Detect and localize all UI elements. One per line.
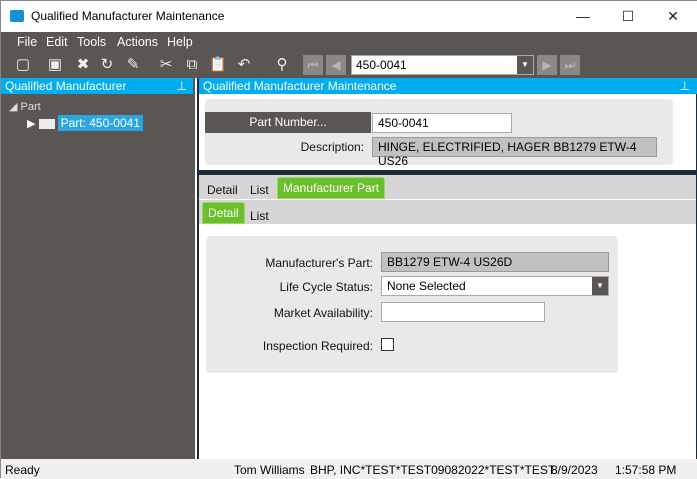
tree-item-label: Part: 450-0041 — [57, 115, 143, 131]
toolbar: ▢ ▣ ✖ ↻ ✎ ✂ ⧉ 📋 ↶ ⚲ ⏮ ◀ ▶ ⏭ — [1, 52, 697, 78]
menu-file[interactable]: File — [17, 35, 37, 49]
mfr-part-label: Manufacturer's Part: — [265, 256, 373, 270]
description-label: Description: — [300, 140, 364, 154]
subtab-list[interactable]: List — [250, 209, 269, 223]
part-combo[interactable]: 450-0041 ▼ — [351, 55, 534, 75]
undo-icon[interactable]: ↶ — [234, 55, 254, 75]
status-user: Tom Williams — [234, 463, 305, 477]
last-record-icon[interactable]: ⏭ — [560, 55, 580, 75]
folder-icon — [38, 119, 55, 130]
menu-help[interactable]: Help — [167, 35, 193, 49]
status-date: 8/9/2023 — [551, 463, 598, 477]
left-panel-header: Qualified Manufacturer ⊥ — [1, 78, 193, 94]
part-number-input[interactable]: 450-0041 — [372, 113, 512, 133]
app-icon — [10, 10, 24, 22]
search-icon[interactable]: ⚲ — [272, 55, 292, 75]
minimize-button[interactable]: — — [563, 5, 603, 27]
save-icon[interactable]: ▣ — [45, 55, 65, 75]
menu-actions[interactable]: Actions — [117, 35, 158, 49]
inspection-label: Inspection Required: — [262, 339, 373, 353]
subtab-detail[interactable]: Detail — [202, 202, 245, 224]
tree-root[interactable]: ◢ Part — [9, 100, 41, 113]
tab-list[interactable]: List — [250, 183, 269, 197]
paste-icon[interactable]: 📋 — [208, 55, 228, 75]
prev-record-icon[interactable]: ◀ — [326, 55, 346, 75]
copy-icon[interactable]: ⧉ — [182, 55, 202, 75]
refresh-icon[interactable]: ↻ — [97, 55, 117, 75]
status-state: Ready — [5, 463, 40, 477]
chevron-down-icon[interactable]: ▼ — [517, 56, 533, 74]
window-title: Qualified Manufacturer Maintenance — [31, 9, 225, 23]
menu-edit[interactable]: Edit — [46, 35, 68, 49]
left-panel-title: Qualified Manufacturer — [5, 79, 127, 93]
first-record-icon[interactable]: ⏮ — [303, 55, 323, 75]
next-record-icon[interactable]: ▶ — [537, 55, 557, 75]
description-field: HINGE, ELECTRIFIED, HAGER BB1279 ETW-4 U… — [372, 137, 657, 168]
life-cycle-label: Life Cycle Status: — [279, 280, 373, 294]
part-number-button[interactable]: Part Number... — [205, 112, 371, 133]
status-company: BHP, INC*TEST*TEST09082022*TEST*TEST — [310, 463, 556, 477]
life-cycle-value: None Selected — [387, 279, 466, 293]
cut-icon[interactable]: ✂ — [156, 55, 176, 75]
clear-icon[interactable]: ✎ — [123, 55, 143, 75]
status-time: 1:57:58 PM — [615, 463, 677, 477]
close-button[interactable]: ✕ — [653, 5, 693, 27]
part-combo-value: 450-0041 — [356, 58, 407, 72]
market-label: Market Availability: — [273, 306, 373, 320]
market-input[interactable] — [381, 302, 545, 322]
chevron-down-icon[interactable]: ▼ — [592, 277, 608, 295]
right-panel-header: Qualified Manufacturer Maintenance ⊥ — [199, 78, 697, 94]
pin-icon[interactable]: ⊥ — [680, 79, 690, 93]
inspection-checkbox[interactable] — [381, 338, 394, 351]
new-icon[interactable]: ▢ — [13, 55, 33, 75]
status-bar: Ready Tom Williams BHP, INC*TEST*TEST090… — [1, 459, 697, 479]
menu-tools[interactable]: Tools — [77, 35, 106, 49]
life-cycle-select[interactable]: None Selected ▼ — [381, 276, 609, 296]
tree-item-part[interactable]: ▶ Part: 450-0041 — [27, 115, 143, 131]
left-panel: Qualified Manufacturer ⊥ ◢ Part ▶ Part: … — [1, 78, 195, 459]
mfr-part-field: BB1279 ETW-4 US26D — [381, 252, 609, 272]
pin-icon[interactable]: ⊥ — [177, 79, 187, 93]
delete-icon[interactable]: ✖ — [73, 55, 93, 75]
tab-detail[interactable]: Detail — [207, 183, 238, 197]
right-panel-title: Qualified Manufacturer Maintenance — [203, 79, 397, 93]
menu-bar: File Edit Tools Actions Help — [1, 32, 697, 52]
tree-root-label: Part — [20, 101, 41, 113]
title-bar: Qualified Manufacturer Maintenance — ☐ ✕ — [1, 1, 697, 32]
tab-manufacturer-part[interactable]: Manufacturer Part — [277, 177, 386, 199]
maximize-button[interactable]: ☐ — [608, 5, 648, 27]
